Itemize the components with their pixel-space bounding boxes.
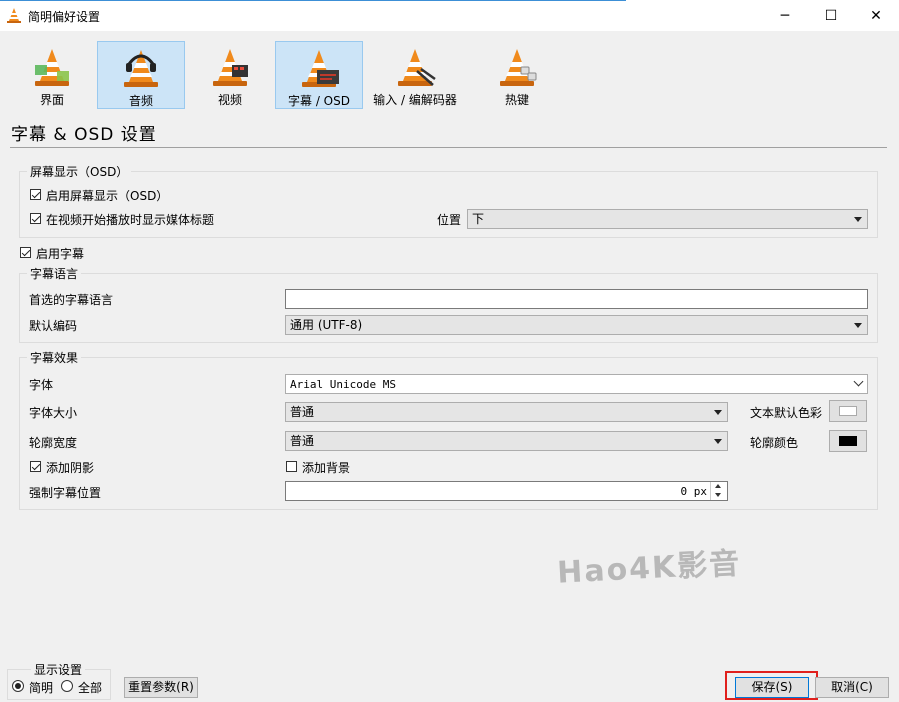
position-value: 下 — [472, 212, 485, 226]
enable-subtitles-label: 启用字幕 — [36, 247, 85, 261]
category-video[interactable]: 视频 — [187, 41, 273, 109]
section-title: 字幕 & OSD 设置 — [11, 125, 157, 145]
preferred-language-input[interactable] — [285, 289, 868, 309]
vlc-cone-audio-icon — [124, 50, 158, 87]
category-input-codecs[interactable]: 输入 / 编解码器 — [365, 41, 465, 109]
position-select[interactable]: 下 — [467, 209, 868, 229]
reset-preferences-button[interactable]: 重置参数(R) — [124, 677, 198, 698]
minimize-button[interactable]: ─ — [762, 0, 808, 31]
text-color-swatch — [839, 406, 857, 416]
text-color-button[interactable] — [829, 400, 867, 422]
all-radio[interactable] — [61, 680, 73, 692]
category-hotkeys[interactable]: 热键 — [467, 41, 567, 109]
display-settings-title: 显示设置 — [31, 661, 86, 678]
add-background-label: 添加背景 — [302, 461, 351, 475]
outline-color-button[interactable] — [829, 430, 867, 452]
all-radio-label: 全部 — [78, 681, 103, 695]
add-shadow-label: 添加阴影 — [46, 461, 95, 475]
title-bar: 简明偏好设置 ─ ☐ ✕ — [0, 0, 899, 31]
outline-width-select[interactable]: 普通 — [285, 431, 728, 451]
vlc-cone-interface-icon — [35, 49, 69, 86]
vlc-cone-codec-icon — [398, 49, 436, 86]
add-background-checkbox[interactable] — [286, 461, 297, 472]
save-highlight-box — [725, 671, 818, 700]
close-icon: ✕ — [870, 7, 882, 24]
category-interface[interactable]: 界面 — [9, 41, 95, 109]
maximize-button[interactable]: ☐ — [808, 0, 854, 31]
category-label: 字幕 / OSD — [288, 94, 350, 108]
outline-width-label: 轮廓宽度 — [29, 436, 78, 450]
title-divider — [10, 147, 887, 148]
force-position-label: 强制字幕位置 — [29, 486, 102, 500]
dropdown-arrow-icon — [714, 439, 722, 444]
text-color-label: 文本默认色彩 — [750, 406, 823, 420]
subtitle-language-group-title: 字幕语言 — [27, 265, 82, 282]
spin-down-icon[interactable] — [715, 493, 721, 497]
dropdown-arrow-icon — [854, 217, 862, 222]
subtitle-effects-group-title: 字幕效果 — [27, 349, 82, 366]
maximize-icon: ☐ — [824, 7, 838, 24]
category-audio[interactable]: 音频 — [97, 41, 185, 109]
add-shadow-checkbox[interactable] — [30, 461, 41, 472]
window-title: 简明偏好设置 — [28, 10, 101, 24]
category-label: 视频 — [217, 93, 242, 107]
minimize-icon: ─ — [780, 7, 790, 24]
font-size-select[interactable]: 普通 — [285, 402, 728, 422]
vlc-cone-video-icon — [213, 49, 248, 86]
watermark: Hao4K影音 — [556, 546, 743, 591]
category-label: 音频 — [128, 94, 153, 108]
chevron-down-icon — [853, 376, 864, 387]
simple-radio-label: 简明 — [29, 681, 54, 695]
outline-color-swatch — [839, 436, 857, 446]
default-encoding-select[interactable]: 通用 (UTF-8) — [285, 315, 868, 335]
title-accent-line — [0, 0, 626, 1]
show-media-title-checkbox[interactable] — [30, 213, 41, 224]
font-size-label: 字体大小 — [29, 406, 78, 420]
force-position-spinbox[interactable]: 0 px — [285, 481, 728, 501]
force-position-value: 0 px — [680, 485, 708, 498]
vlc-cone-hotkeys-icon — [500, 49, 537, 86]
category-label: 界面 — [39, 93, 64, 107]
dropdown-arrow-icon — [854, 323, 862, 328]
position-label: 位置 — [437, 213, 462, 227]
enable-osd-label: 启用屏幕显示（OSD） — [46, 189, 169, 203]
spin-buttons[interactable] — [710, 482, 727, 500]
category-label: 输入 / 编解码器 — [373, 93, 457, 107]
outline-color-label: 轮廓颜色 — [750, 436, 799, 450]
osd-group-title: 屏幕显示（OSD） — [27, 163, 132, 180]
category-bar: 界面 音频 视频 字幕 / OSD 输入 / 编解码器 热键 — [0, 31, 899, 113]
vlc-app-icon — [7, 8, 21, 23]
dropdown-arrow-icon — [714, 410, 722, 415]
close-button[interactable]: ✕ — [853, 0, 899, 31]
outline-width-value: 普通 — [290, 434, 315, 448]
vlc-cone-subtitle-icon — [302, 50, 339, 87]
category-subtitle-osd[interactable]: 字幕 / OSD — [275, 41, 363, 109]
font-value: Arial Unicode MS — [290, 378, 396, 391]
font-size-value: 普通 — [290, 405, 315, 419]
simple-radio[interactable] — [12, 680, 24, 692]
spin-up-icon[interactable] — [715, 484, 721, 488]
font-select[interactable]: Arial Unicode MS — [285, 374, 868, 394]
cancel-button[interactable]: 取消(C) — [815, 677, 889, 698]
default-encoding-value: 通用 (UTF-8) — [290, 318, 363, 332]
show-media-title-label: 在视频开始播放时显示媒体标题 — [46, 213, 215, 227]
enable-osd-checkbox[interactable] — [30, 189, 41, 200]
font-label: 字体 — [29, 378, 54, 392]
category-label: 热键 — [504, 93, 529, 107]
preferred-language-label: 首选的字幕语言 — [29, 293, 114, 307]
enable-subtitles-checkbox[interactable] — [20, 247, 31, 258]
default-encoding-label: 默认编码 — [29, 319, 78, 333]
